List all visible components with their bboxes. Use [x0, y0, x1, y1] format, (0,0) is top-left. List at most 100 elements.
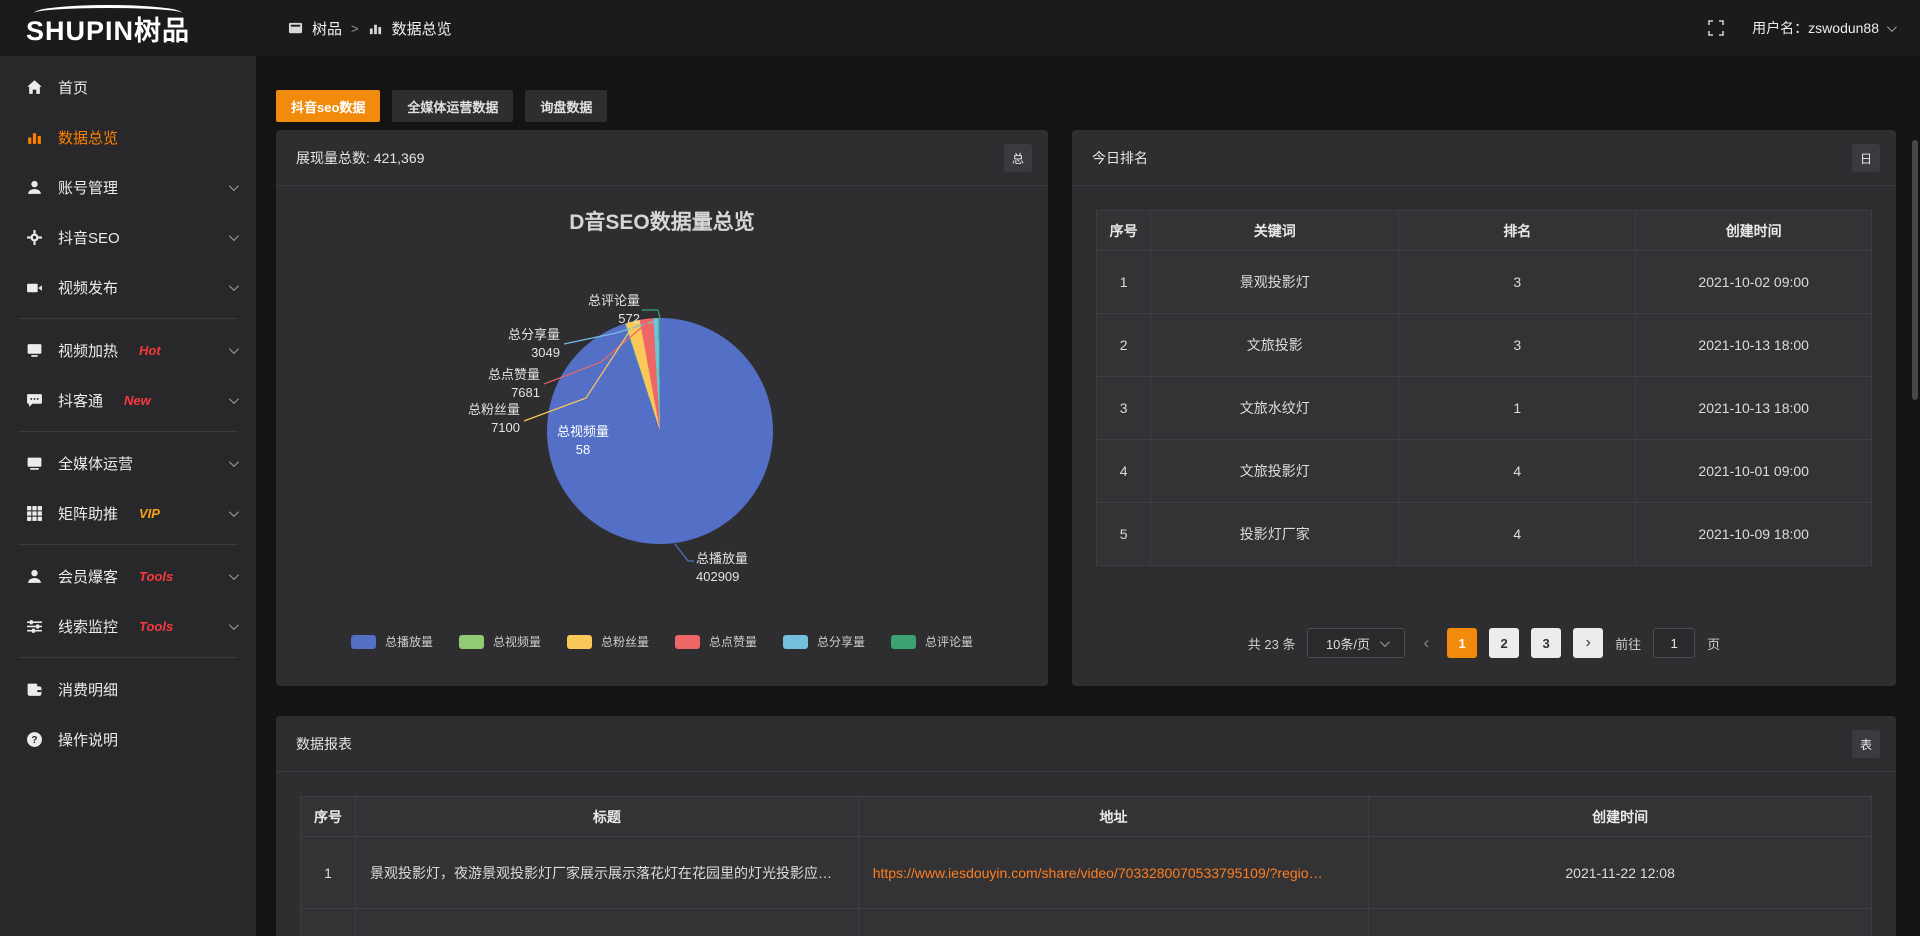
sidebar-item-label: 抖客通 [58, 390, 103, 411]
sidebar: 首页 数据总览 账号管理 抖音SEO 视频发布 视频加热 Hot 抖客通 New… [0, 56, 256, 936]
breadcrumb-separator: > [351, 21, 359, 36]
sidebar-item-help[interactable]: ? 操作说明 [0, 714, 256, 764]
tab-douyin-seo-data[interactable]: 抖音seo数据 [276, 90, 380, 122]
sidebar-item-data-overview[interactable]: 数据总览 [0, 112, 256, 162]
fullscreen-icon[interactable] [1708, 20, 1724, 36]
sidebar-item-account[interactable]: 账号管理 [0, 162, 256, 212]
goto-page-input[interactable] [1653, 628, 1695, 658]
table-row: 3 文旅水纹灯 1 2021-10-13 18:00 [1097, 377, 1872, 440]
card-header: 展现量总数: 421,369 [276, 130, 1048, 186]
video-title-cell: 景观投影灯，夜游景观投影灯厂家展示展示落花灯在花园里的灯光投影应用效果 # [355, 837, 858, 909]
table-row: 4 文旅投影灯 4 2021-10-01 09:00 [1097, 440, 1872, 503]
breadcrumb-current: 数据总览 [392, 18, 452, 39]
table-cell: 4 [1399, 503, 1636, 566]
table-cell: 5 [1097, 503, 1151, 566]
sidebar-item-label: 首页 [58, 77, 88, 98]
username-label: 用户名：zswodun88 [1752, 18, 1879, 38]
page-button-3[interactable]: 3 [1531, 628, 1561, 658]
legend-item-comments[interactable]: 总评论量 [891, 633, 973, 650]
goto-label: 前往 [1615, 634, 1641, 653]
breadcrumb-root[interactable]: 树品 [312, 18, 342, 39]
question-circle-icon: ? [26, 731, 43, 748]
scrollbar-thumb[interactable] [1912, 140, 1918, 400]
col-created: 创建时间 [1369, 797, 1872, 837]
sidebar-item-video-boost[interactable]: 视频加热 Hot [0, 325, 256, 375]
sidebar-item-video-publish[interactable]: 视频发布 [0, 262, 256, 312]
user-icon [26, 568, 43, 585]
sidebar-divider [18, 544, 238, 545]
table-cell [355, 909, 858, 936]
table-cell: 3 [1399, 314, 1636, 377]
legend-item-fans[interactable]: 总粉丝量 [567, 633, 649, 650]
pie-label-shares: 总分享量 3049 [508, 326, 560, 362]
video-camera-icon [26, 279, 43, 296]
sidebar-item-matrix-boost[interactable]: 矩阵助推 VIP [0, 488, 256, 538]
chevron-down-icon [229, 570, 239, 580]
tab-inquiry-data[interactable]: 询盘数据 [525, 90, 607, 122]
sidebar-item-label: 视频发布 [58, 277, 118, 298]
page-button-2[interactable]: 2 [1489, 628, 1519, 658]
svg-text:?: ? [31, 734, 37, 745]
legend-swatch [675, 635, 700, 649]
day-badge-button[interactable]: 日 [1852, 144, 1880, 172]
report-card-title: 数据报表 [296, 734, 352, 754]
sidebar-item-label: 视频加热 [58, 340, 118, 361]
app-logo[interactable]: SHUPIN树品 [0, 9, 256, 48]
sidebar-item-label: 线索监控 [58, 616, 118, 637]
table-row [301, 909, 1872, 936]
pie-label-comments: 总评论量 572 [588, 292, 640, 328]
legend-item-shares[interactable]: 总分享量 [783, 633, 865, 650]
video-url-link[interactable]: https://www.iesdouyin.com/share/video/70… [858, 837, 1369, 909]
chevron-down-icon [229, 344, 239, 354]
table-cell: 1 [1097, 251, 1151, 314]
page-size-select[interactable]: 10条/页 [1307, 628, 1405, 658]
table-row: 1 景观投影灯，夜游景观投影灯厂家展示展示落花灯在花园里的灯光投影应用效果 # … [301, 837, 1872, 909]
pie-label-fans: 总粉丝量 7100 [468, 401, 520, 437]
page-unit-label: 页 [1707, 634, 1720, 653]
legend-item-likes[interactable]: 总点赞量 [675, 633, 757, 650]
pagination: 共 23 条 10条/页 ‹ 1 2 3 › 前往 页 [1072, 628, 1896, 658]
table-cell: 2 [1097, 314, 1151, 377]
screen-icon [26, 342, 43, 359]
sidebar-item-label: 全媒体运营 [58, 453, 133, 474]
chevron-down-icon [229, 507, 239, 517]
chevron-down-icon [229, 620, 239, 630]
col-rank: 排名 [1399, 211, 1636, 251]
sidebar-item-spending[interactable]: 消费明细 [0, 664, 256, 714]
legend-swatch [783, 635, 808, 649]
table-cell: 投影灯厂家 [1151, 503, 1399, 566]
chart-legend: 总播放量 总视频量 总粉丝量 总点赞量 总分享量 总评论量 [276, 633, 1048, 650]
home-icon [26, 79, 43, 96]
chevron-down-icon [229, 231, 239, 241]
col-index: 序号 [1097, 211, 1151, 251]
report-table: 序号 标题 地址 创建时间 1 景观投影灯，夜游景观投影灯厂家展示展示落花灯在花… [300, 796, 1872, 936]
chevron-down-icon [229, 281, 239, 291]
page-button-1[interactable]: 1 [1447, 628, 1477, 658]
sidebar-item-member-leads[interactable]: 会员爆客 Tools [0, 551, 256, 601]
hot-badge: Hot [139, 343, 161, 358]
sidebar-item-label: 消费明细 [58, 679, 118, 700]
sidebar-item-clue-monitor[interactable]: 线索监控 Tools [0, 601, 256, 651]
table-cell: 2021-10-13 18:00 [1636, 377, 1872, 440]
card-header: 数据报表 [276, 716, 1896, 772]
sidebar-item-home[interactable]: 首页 [0, 62, 256, 112]
sidebar-item-omnimedia[interactable]: 全媒体运营 [0, 438, 256, 488]
sidebar-item-douyin-seo[interactable]: 抖音SEO [0, 212, 256, 262]
legend-item-videos[interactable]: 总视频量 [459, 633, 541, 650]
table-header-row: 序号 关键词 排名 创建时间 [1097, 211, 1872, 251]
chevron-down-icon [1380, 637, 1390, 647]
table-badge-button[interactable]: 表 [1852, 730, 1880, 758]
card-header: 今日排名 [1072, 130, 1896, 186]
legend-item-plays[interactable]: 总播放量 [351, 633, 433, 650]
sidebar-divider [18, 431, 238, 432]
breadcrumb: 树品 > 数据总览 [288, 18, 452, 39]
next-page-button[interactable]: › [1573, 628, 1603, 658]
sidebar-item-douketong[interactable]: 抖客通 New [0, 375, 256, 425]
user-menu[interactable]: 用户名：zswodun88 [1752, 18, 1894, 38]
prev-page-button[interactable]: ‹ [1417, 633, 1435, 653]
tab-omnimedia-data[interactable]: 全媒体运营数据 [392, 90, 513, 122]
table-row: 1 景观投影灯 3 2021-10-02 09:00 [1097, 251, 1872, 314]
table-row: 2 文旅投影 3 2021-10-13 18:00 [1097, 314, 1872, 377]
vip-badge: VIP [139, 506, 160, 521]
total-badge-button[interactable]: 总 [1004, 144, 1032, 172]
